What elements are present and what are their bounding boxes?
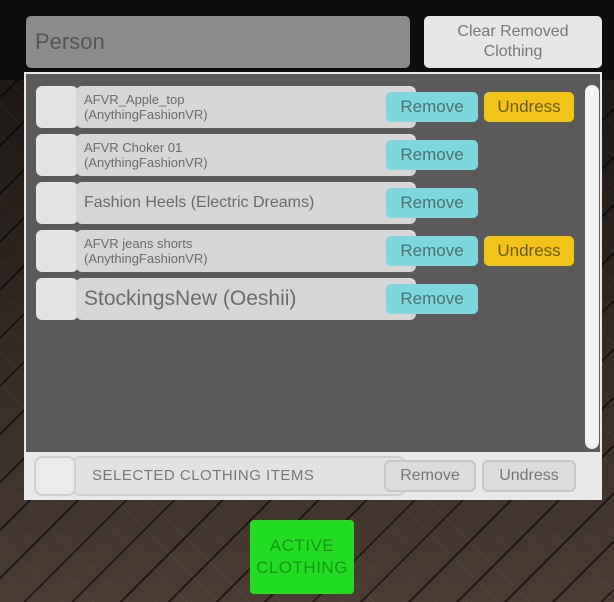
clothing-item-label: AFVR_Apple_top (AnythingFashionVR) [84,92,208,122]
clothing-item-checkbox[interactable] [36,86,78,128]
list-scrollbar[interactable] [585,85,599,449]
remove-button[interactable]: Remove [386,92,478,122]
clothing-item-row: AFVR_Apple_top (AnythingFashionVR) Remov… [36,86,576,128]
clothing-item-checkbox[interactable] [36,182,78,224]
clothing-item-row: StockingsNew (Oeshii) Remove [36,278,576,320]
clothing-item-row: Fashion Heels (Electric Dreams) Remove [36,182,576,224]
clothing-item-row: AFVR Choker 01 (AnythingFashionVR) Remov… [36,134,576,176]
clothing-item-label-box: Fashion Heels (Electric Dreams) [76,182,416,224]
undress-button[interactable]: Undress [484,92,574,122]
clothing-item-label: AFVR jeans shorts (AnythingFashionVR) [84,236,208,266]
clothing-item-checkbox[interactable] [36,134,78,176]
selected-items-footer: SELECTED CLOTHING ITEMS Remove Undress [26,452,600,500]
clear-removed-clothing-button[interactable]: Clear Removed Clothing [424,16,602,68]
clothing-item-label-box: StockingsNew (Oeshii) [76,278,416,320]
undress-selected-button[interactable]: Undress [482,460,576,492]
clothing-item-row: AFVR jeans shorts (AnythingFashionVR) Re… [36,230,576,272]
clothing-item-label-box: AFVR_Apple_top (AnythingFashionVR) [76,86,416,128]
remove-button[interactable]: Remove [386,140,478,170]
clothing-item-label-box: AFVR jeans shorts (AnythingFashionVR) [76,230,416,272]
clothing-item-checkbox[interactable] [36,278,78,320]
person-title-field[interactable]: Person [26,16,410,68]
clothing-item-label: AFVR Choker 01 (AnythingFashionVR) [84,140,208,170]
clothing-item-label: StockingsNew (Oeshii) [84,287,297,310]
clothing-item-label: Fashion Heels (Electric Dreams) [84,194,315,211]
clothing-item-checkbox[interactable] [36,230,78,272]
clothing-item-label-box: AFVR Choker 01 (AnythingFashionVR) [76,134,416,176]
active-clothing-button[interactable]: ACTIVE CLOTHING [250,520,354,594]
remove-button[interactable]: Remove [386,284,478,314]
select-all-checkbox[interactable] [34,456,76,496]
remove-button[interactable]: Remove [386,188,478,218]
remove-button[interactable]: Remove [386,236,478,266]
undress-button[interactable]: Undress [484,236,574,266]
remove-selected-button[interactable]: Remove [384,460,476,492]
selected-clothing-items-label: SELECTED CLOTHING ITEMS [72,456,406,496]
